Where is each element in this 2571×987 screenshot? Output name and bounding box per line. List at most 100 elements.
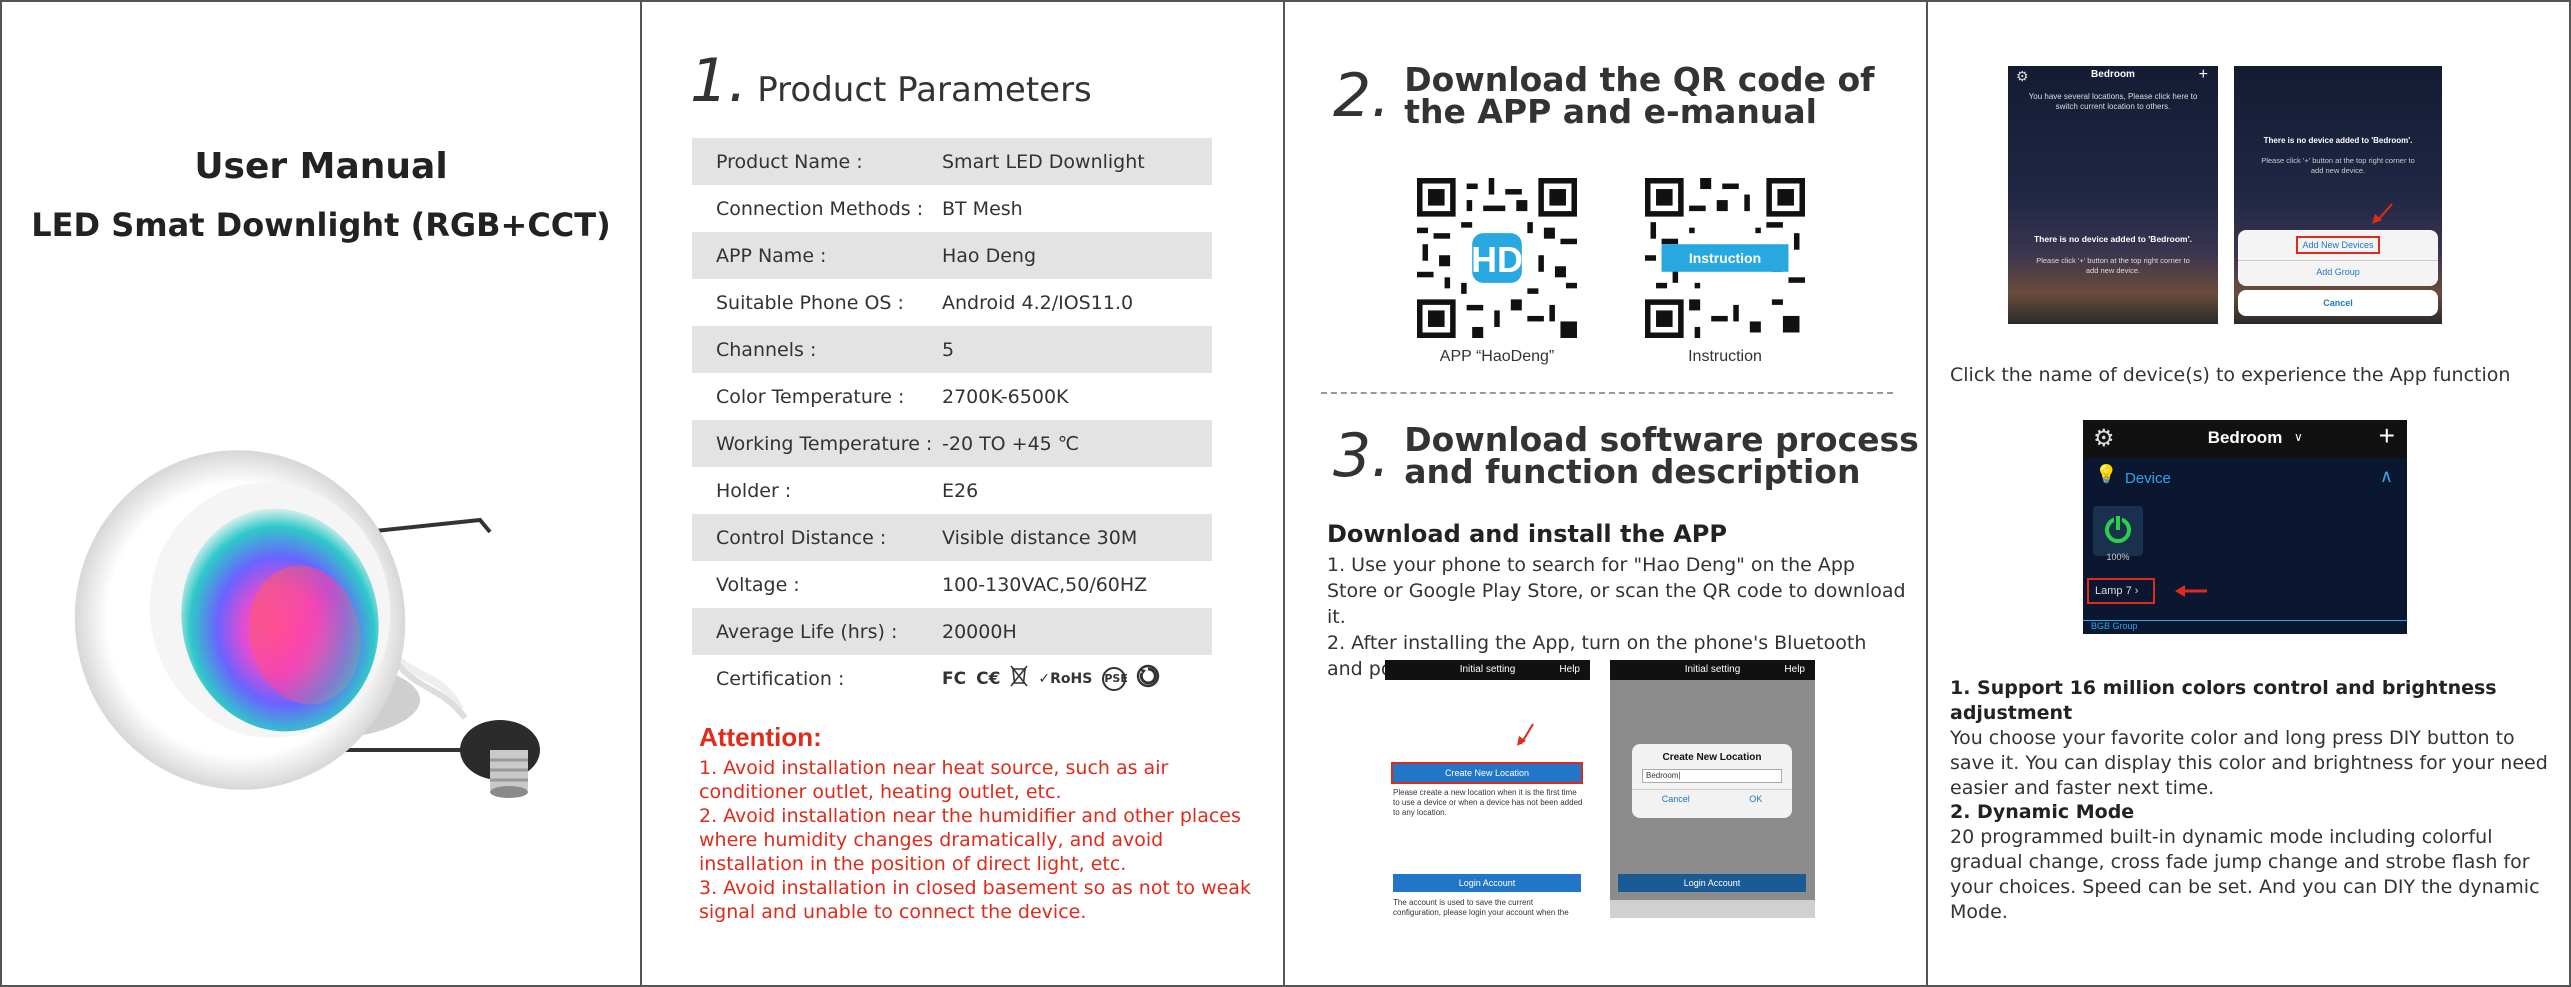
cover-panel: User Manual LED Smat Downlight (RGB+CCT): [0, 0, 642, 987]
section-title: Download software process and function d…: [1404, 420, 1919, 491]
cancel-button[interactable]: Cancel: [2238, 290, 2438, 316]
help-link[interactable]: Help: [1559, 664, 1580, 675]
feature-title: 1. Support 16 million colors control and…: [1950, 677, 2497, 724]
app-qr-code[interactable]: HD: [1417, 178, 1577, 338]
chevron-down-icon[interactable]: ∨: [2294, 430, 2303, 444]
login-account-button[interactable]: Login Account: [1618, 874, 1806, 892]
list-item: 1. Avoid installation near heat source, …: [699, 757, 1169, 803]
parameters-panel: 1. Product Parameters Product Name : Smar…: [642, 0, 1285, 987]
create-location-dialog-screenshot: Initial setting Help Create New Location…: [1610, 660, 1815, 918]
fcc-mark-icon: FC: [942, 668, 967, 689]
manual-title: User Manual: [194, 146, 448, 187]
app-function-caption: Click the name of device(s) to experienc…: [1950, 364, 2511, 386]
section-title: Product Parameters: [757, 70, 1092, 110]
section-number: 1.: [690, 46, 748, 116]
section-divider: [1321, 392, 1893, 394]
locations-hint: You have several locations, Please click…: [2028, 92, 2198, 111]
bulb-icon: 💡: [2095, 464, 2118, 484]
empty-title: There is no device added to 'Bedroom'.: [2033, 234, 2193, 244]
table-row: Voltage :100-130VAC,50/60HZ: [716, 573, 1148, 596]
group-section-cut: BGB Group: [2083, 620, 2407, 634]
empty-hint: Please click '+' button at the top right…: [2261, 156, 2415, 175]
certification-marks: FC C€ ✓RoHS PSE: [942, 664, 1212, 693]
power-icon[interactable]: [2093, 506, 2143, 556]
instruction-qr-label: Instruction: [1688, 348, 1762, 365]
list-item: 1. Use your phone to search for "Hao Den…: [1327, 554, 1906, 628]
empty-title: There is no device added to 'Bedroom'.: [2263, 136, 2413, 145]
location-selector[interactable]: Bedroom: [2083, 428, 2407, 448]
downlight-product-image: [74, 450, 540, 798]
create-location-button[interactable]: Create New Location: [1391, 762, 1583, 784]
download-heading: 2. Download the QR code of the APP and e…: [1333, 60, 1926, 131]
weee-bin-icon: [1010, 665, 1029, 692]
feature-body: You choose your favorite color and long …: [1950, 727, 2548, 799]
recycle-icon: [1136, 664, 1160, 693]
pse-mark-icon: PSE: [1102, 666, 1128, 691]
table-row: Channels :5: [692, 326, 1212, 373]
add-icon[interactable]: +: [2379, 420, 2395, 452]
add-device-menu-screenshot: There is no device added to 'Bedroom'. P…: [2234, 66, 2442, 324]
parameters-heading: 1. Product Parameters: [690, 46, 1092, 116]
device-name-lamp[interactable]: Lamp 7 ›: [2087, 578, 2155, 604]
table-row: APP Name : Hao Deng: [692, 232, 1212, 279]
feature-title: 2. Dynamic Mode: [1950, 801, 2135, 823]
table-row: Connection Methods : BT Mesh: [716, 197, 1023, 220]
login-account-text: The account is used to save the current …: [1393, 898, 1569, 917]
table-row: Suitable Phone OS : Android 4.2/IOS11.0: [716, 291, 1134, 314]
cancel-button[interactable]: Cancel: [1662, 794, 1690, 804]
manual-subtitle: LED Smat Downlight (RGB+CCT): [31, 206, 611, 244]
app-function-panel: ⚙ Bedroom + You have several locations, …: [1928, 0, 2571, 987]
feature-color-control: 1. Support 16 million colors control and…: [1950, 676, 2560, 801]
list-item: 3. Avoid installation in closed basement…: [699, 877, 1251, 923]
attention-title: Attention:: [699, 722, 822, 752]
create-location-dialog: Create New Location Bedroom| Cancel OK: [1632, 744, 1792, 818]
location-selector[interactable]: Bedroom: [2008, 69, 2218, 80]
table-row: Control Distance : Visible distance 30M: [692, 514, 1212, 561]
table-row: Holder : E26: [716, 479, 979, 502]
feature-body: 20 programmed built-in dynamic mode incl…: [1950, 826, 2540, 923]
table-row: Certification : FC C€ ✓RoHS PSE: [692, 655, 1212, 702]
table-row: Product Name : Smart LED Downlight: [692, 138, 1212, 185]
keyboard: [1610, 900, 1815, 918]
red-arrow-icon: [1517, 723, 1534, 746]
initial-setting-screenshot: Initial setting Help Create New Location…: [1385, 660, 1590, 918]
action-sheet: Add New Devices Add Group: [2238, 230, 2438, 286]
device-list-screenshot: ⚙ Bedroom ∨ + 💡 Device ∧ 100% Lamp 7 › B…: [2083, 420, 2407, 634]
app-qr-label: APP “HaoDeng”: [1439, 348, 1555, 365]
table-row: Average Life (hrs) :20000H: [692, 608, 1212, 655]
list-item: 2. Avoid installation near the humidifie…: [699, 805, 1241, 875]
rohs-mark-icon: ✓RoHS: [1038, 670, 1093, 687]
section-title: Download the QR code of the APP and e-ma…: [1404, 60, 1875, 131]
dialog-title: Create New Location: [1662, 752, 1762, 763]
location-name-input[interactable]: Bedroom|: [1642, 769, 1782, 783]
e26-socket: [460, 720, 540, 798]
chevron-up-icon[interactable]: ∧: [2380, 466, 2393, 487]
download-panel: 2. Download the QR code of the APP and e…: [1285, 0, 1928, 987]
attention-list: 1. Avoid installation near heat source, …: [699, 756, 1269, 924]
section-number: 3.: [1333, 421, 1391, 491]
process-heading: 3. Download software process and functio…: [1333, 420, 1926, 491]
red-arrow-icon: [2175, 585, 2207, 597]
parameters-table: Product Name : Smart LED Downlight Connec…: [692, 138, 1212, 702]
empty-hint: Please click '+' button at the top right…: [2036, 256, 2190, 275]
add-icon[interactable]: +: [2199, 66, 2208, 84]
help-link[interactable]: Help: [1784, 664, 1805, 675]
device-section-label: Device: [2125, 470, 2171, 487]
empty-location-screenshot: ⚙ Bedroom + You have several locations, …: [2008, 66, 2218, 324]
ok-button[interactable]: OK: [1749, 794, 1762, 804]
section-number: 2.: [1333, 61, 1391, 131]
login-account-button[interactable]: Login Account: [1393, 874, 1581, 892]
ce-mark-icon: C€: [976, 668, 1001, 689]
red-arrow-icon: [2372, 203, 2393, 224]
svg-text:HD: HD: [1471, 240, 1523, 280]
instruction-badge: Instruction: [1688, 250, 1762, 266]
install-subtitle: Download and install the APP: [1327, 520, 1727, 548]
feature-dynamic-mode: 2. Dynamic Mode 20 programmed built-in d…: [1950, 800, 2560, 925]
table-row: Working Temperature : -20 TO +45 ℃: [692, 420, 1212, 467]
add-new-devices-option[interactable]: Add New Devices: [2296, 236, 2380, 254]
create-location-text: Please create a new location when it is …: [1393, 788, 1583, 817]
brightness-percent: 100%: [2106, 552, 2130, 562]
add-group-option[interactable]: Add Group: [2238, 260, 2438, 277]
table-row: Color Temperature :2700K-6500K: [716, 385, 1069, 408]
device-tile[interactable]: [2093, 506, 2143, 556]
